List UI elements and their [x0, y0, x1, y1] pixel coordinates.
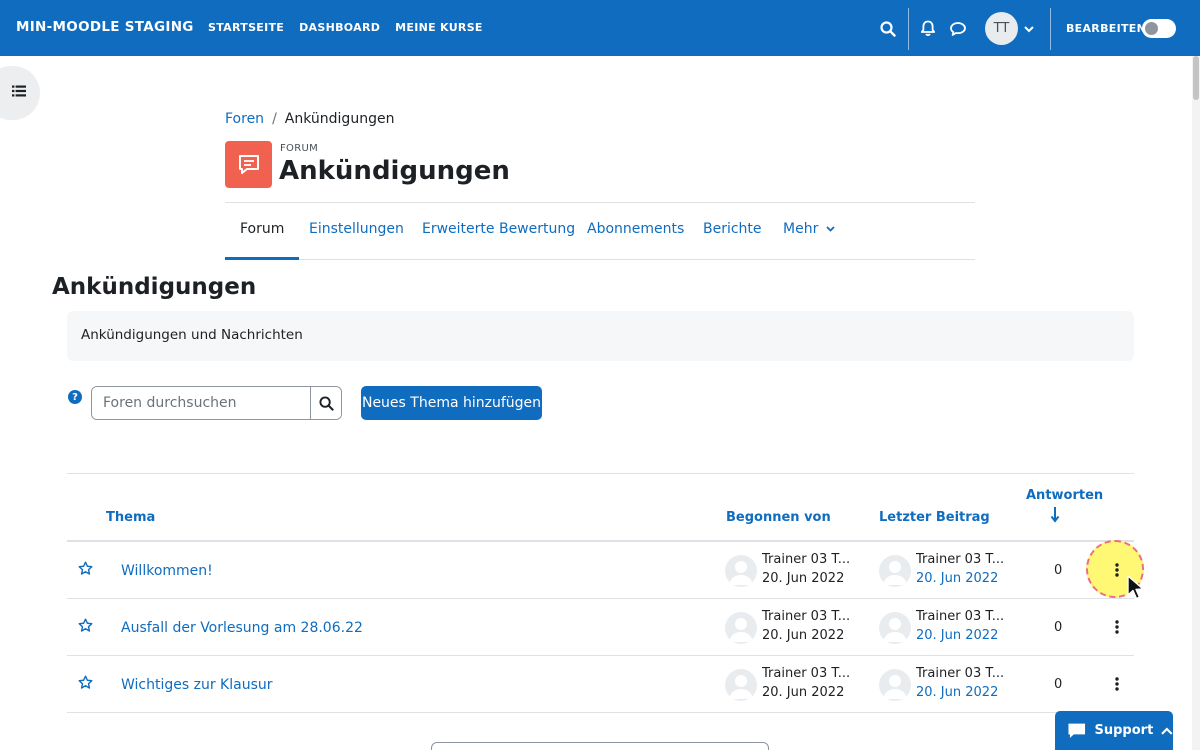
activity-type-label: FORUM — [280, 143, 319, 154]
forum-heading: Ankündigungen — [52, 274, 257, 300]
search-input[interactable] — [92, 387, 310, 419]
nav-link-meine-kurse[interactable]: MEINE KURSE — [395, 21, 483, 34]
reply-count: 0 — [1054, 620, 1063, 635]
discussion-actions-menu-icon[interactable] — [1112, 561, 1122, 579]
sort-arrow-down-icon[interactable] — [1050, 506, 1060, 527]
chevron-down-icon[interactable] — [1023, 23, 1035, 35]
avatar — [879, 612, 911, 644]
topic-link[interactable]: Willkommen! — [121, 563, 213, 579]
search-icon[interactable] — [878, 19, 898, 39]
last-post-author: Trainer 03 T... — [916, 666, 1005, 681]
avatar — [879, 555, 911, 587]
navbar-divider — [1050, 8, 1051, 50]
tab-mehr[interactable]: Mehr — [783, 203, 835, 260]
tab-berichte[interactable]: Berichte — [703, 203, 762, 260]
star-icon[interactable] — [78, 675, 93, 694]
tab-mehr-label: Mehr — [783, 221, 819, 237]
forum-search — [91, 386, 342, 420]
tab-abonnements[interactable]: Abonnements — [587, 203, 684, 260]
pagination-partial — [431, 742, 769, 750]
search-icon — [318, 395, 334, 411]
table-row: Ausfall der Vorlesung am 28.06.22 Traine… — [67, 599, 1134, 656]
table-row: Wichtiges zur Klausur Trainer 03 T... 20… — [67, 656, 1134, 713]
bell-icon[interactable] — [918, 18, 938, 38]
support-label: Support — [1094, 723, 1154, 738]
search-button[interactable] — [310, 387, 341, 419]
avatar — [725, 555, 757, 587]
nav-link-startseite[interactable]: STARTSEITE — [208, 21, 284, 34]
page-scrollbar[interactable] — [1192, 56, 1200, 750]
breadcrumb-foren-link[interactable]: Foren — [225, 111, 264, 127]
list-icon — [12, 85, 26, 101]
edit-mode-toggle[interactable] — [1142, 19, 1176, 38]
discussion-actions-menu-icon[interactable] — [1112, 618, 1122, 636]
add-discussion-button[interactable]: Neues Thema hinzufügen — [361, 386, 542, 420]
started-date: 20. Jun 2022 — [762, 571, 845, 586]
avatar — [725, 612, 757, 644]
column-header-replies[interactable]: Antworten — [1026, 488, 1103, 503]
table-top-border — [67, 473, 1134, 474]
topic-link[interactable]: Wichtiges zur Klausur — [121, 677, 273, 693]
toggle-knob — [1145, 22, 1158, 35]
tab-forum[interactable]: Forum — [225, 203, 300, 260]
chevron-down-icon — [826, 226, 835, 232]
last-post-date-link[interactable]: 20. Jun 2022 — [916, 685, 998, 700]
started-by-name: Trainer 03 T... — [762, 666, 851, 681]
primary-navigation: STARTSEITE DASHBOARD MEINE KURSE — [208, 21, 483, 34]
last-post-author: Trainer 03 T... — [916, 609, 1005, 624]
discussion-actions-menu-icon[interactable] — [1112, 675, 1122, 693]
mouse-cursor-icon — [1126, 575, 1148, 605]
last-post-date-link[interactable]: 20. Jun 2022 — [916, 628, 998, 643]
chat-bubble-icon[interactable] — [948, 19, 968, 39]
column-header-last-post[interactable]: Letzter Beitrag — [879, 510, 990, 525]
tab-erweiterte-bewertung[interactable]: Erweiterte Bewertung — [422, 203, 575, 260]
chevron-up-icon — [1161, 727, 1173, 735]
forum-icon — [225, 141, 272, 188]
chat-icon — [1068, 723, 1086, 738]
reply-count: 0 — [1054, 563, 1063, 578]
secondary-navigation: Forum Einstellungen Erweiterte Bewertung… — [225, 202, 975, 260]
course-index-toggle-button[interactable] — [0, 66, 40, 120]
navbar-divider — [908, 8, 909, 50]
help-icon[interactable]: ? — [68, 390, 82, 404]
topic-link[interactable]: Ausfall der Vorlesung am 28.06.22 — [121, 620, 363, 636]
breadcrumb-separator: / — [272, 111, 277, 127]
nav-link-dashboard[interactable]: DASHBOARD — [299, 21, 380, 34]
scrollbar-thumb[interactable] — [1193, 56, 1199, 100]
forum-intro: Ankündigungen und Nachrichten — [67, 311, 1134, 361]
column-header-topic[interactable]: Thema — [106, 510, 155, 525]
star-icon[interactable] — [78, 561, 93, 580]
last-post-author: Trainer 03 T... — [916, 552, 1005, 567]
page-title: Ankündigungen — [279, 156, 510, 186]
column-header-started-by[interactable]: Begonnen von — [726, 510, 831, 525]
breadcrumb: Foren / Ankündigungen — [225, 111, 394, 127]
reply-count: 0 — [1054, 677, 1063, 692]
started-by-name: Trainer 03 T... — [762, 609, 851, 624]
table-row: Willkommen! Trainer 03 T... 20. Jun 2022… — [67, 542, 1134, 599]
avatar — [879, 669, 911, 701]
site-brand[interactable]: MIN-MOODLE STAGING — [16, 19, 194, 35]
edit-mode-label: BEARBEITEN — [1066, 22, 1147, 35]
user-avatar[interactable]: TT — [985, 12, 1018, 45]
avatar — [725, 669, 757, 701]
star-icon[interactable] — [78, 618, 93, 637]
last-post-date-link[interactable]: 20. Jun 2022 — [916, 571, 998, 586]
top-navbar: MIN-MOODLE STAGING STARTSEITE DASHBOARD … — [0, 0, 1200, 56]
tab-einstellungen[interactable]: Einstellungen — [309, 203, 404, 260]
started-date: 20. Jun 2022 — [762, 628, 845, 643]
support-button[interactable]: Support — [1055, 711, 1173, 750]
breadcrumb-current: Ankündigungen — [284, 111, 395, 127]
started-date: 20. Jun 2022 — [762, 685, 845, 700]
started-by-name: Trainer 03 T... — [762, 552, 851, 567]
